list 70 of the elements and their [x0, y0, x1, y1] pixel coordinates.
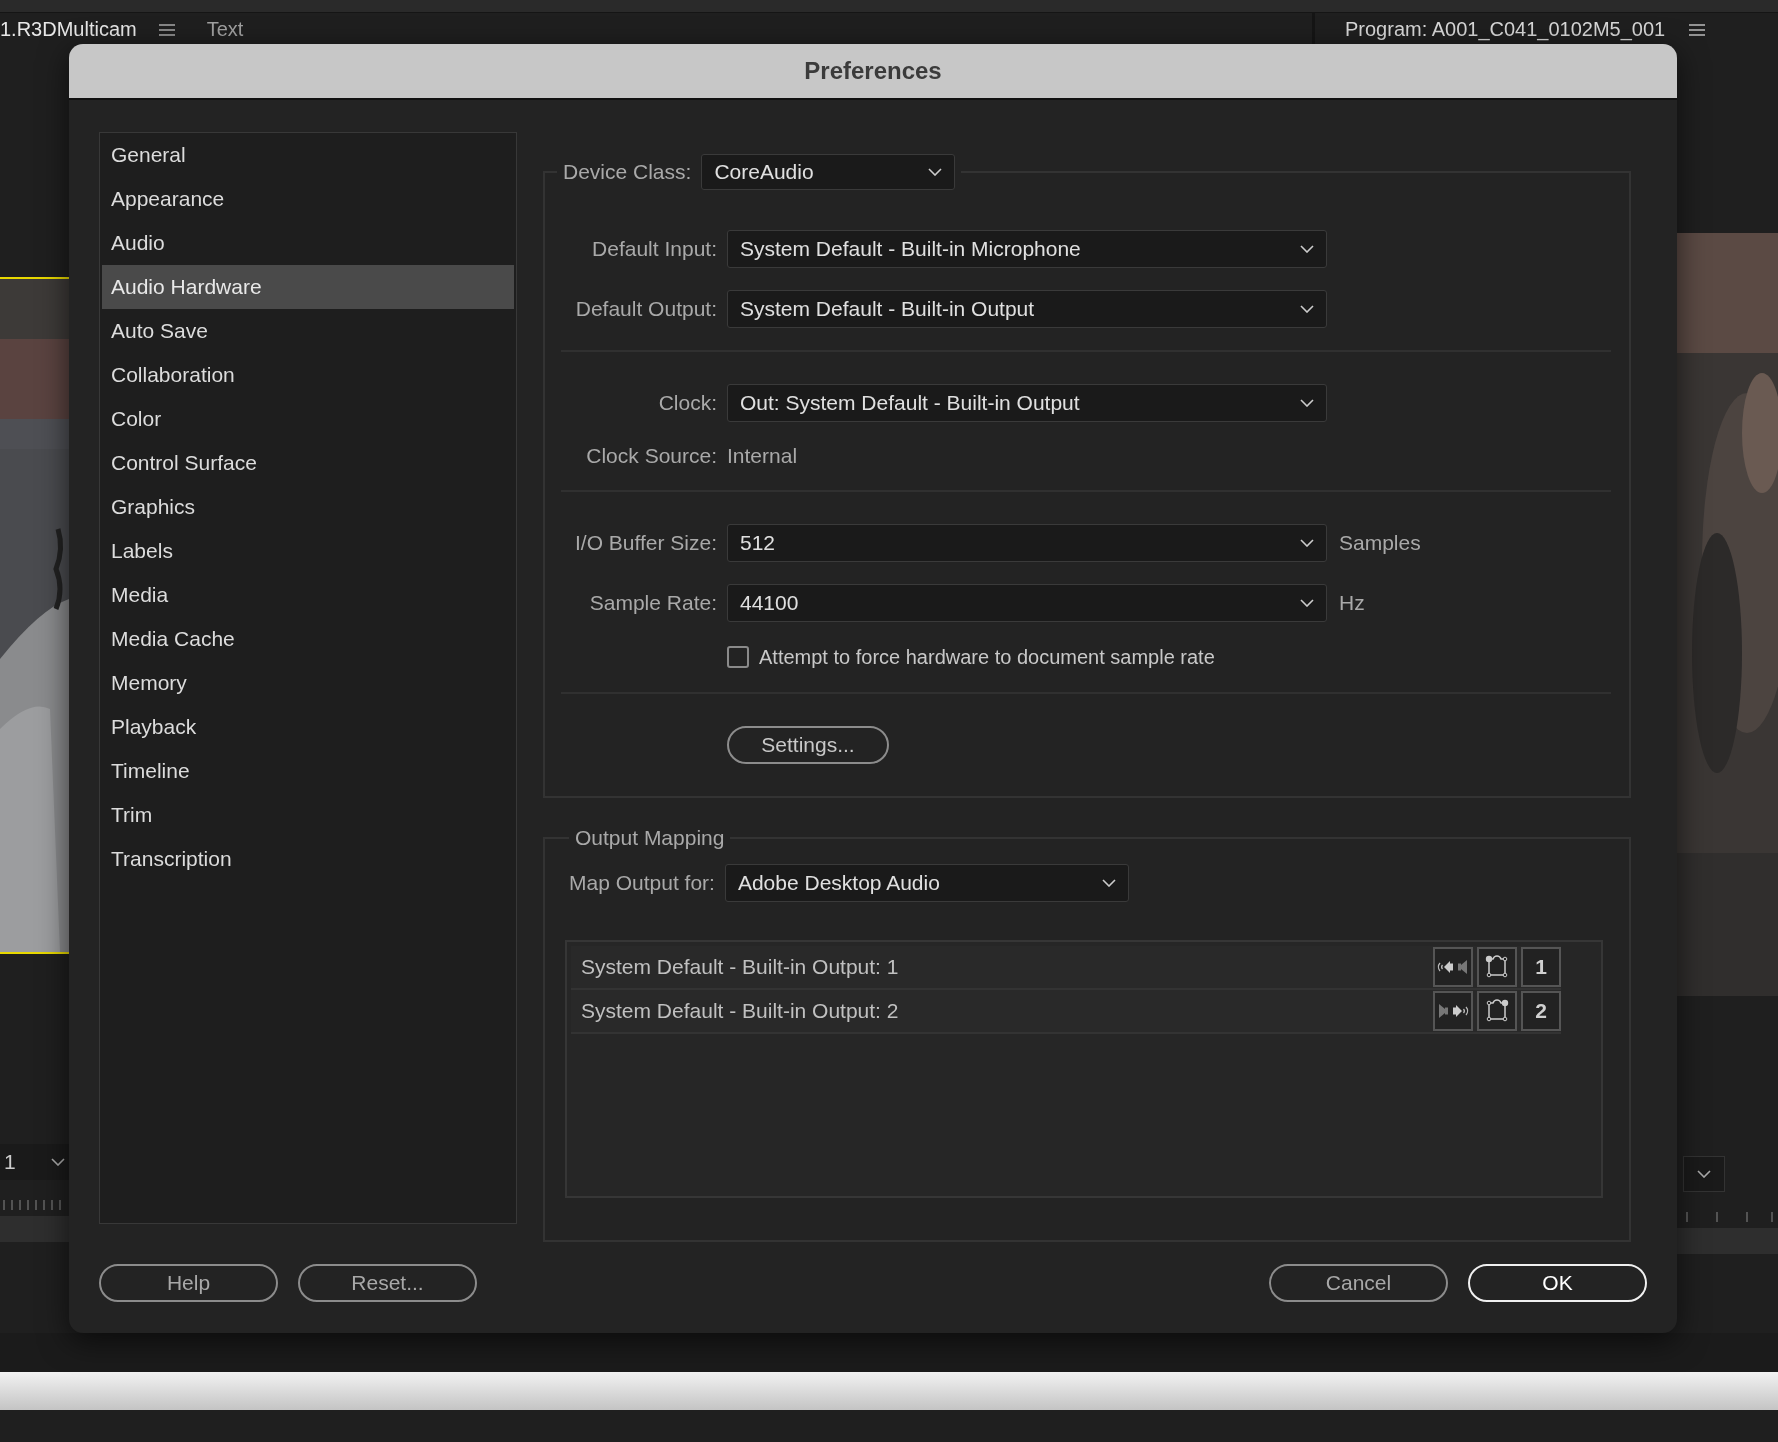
sidebar-item[interactable]: Color [102, 397, 514, 441]
sidebar-item[interactable]: Audio Hardware [102, 265, 514, 309]
channel-name: System Default - Built-in Output: 2 [580, 999, 900, 1023]
channel-map-icon-button[interactable] [1477, 991, 1517, 1031]
unit-label: Hz [1339, 591, 1365, 615]
field-label: Clock Source: [585, 444, 717, 468]
chevron-icon [1300, 539, 1314, 547]
sidebar-item[interactable]: Trim [102, 793, 514, 837]
sidebar-item[interactable]: Control Surface [102, 441, 514, 485]
field-label: Sample Rate: [588, 591, 717, 615]
dialog-button[interactable]: Help [99, 1264, 278, 1302]
text-tab[interactable]: Text [206, 17, 244, 41]
sidebar-item[interactable]: Labels [102, 529, 514, 573]
dropdown[interactable]: CoreAudio [701, 154, 956, 190]
zoom-dropdown[interactable] [1683, 1156, 1725, 1192]
checkbox[interactable] [727, 646, 749, 668]
field-label: Map Output for: [569, 871, 715, 895]
speaker-icon-button[interactable] [1433, 991, 1473, 1031]
sidebar-item[interactable]: Memory [102, 661, 514, 705]
sidebar-item[interactable]: Auto Save [102, 309, 514, 353]
sidebar-item[interactable]: Graphics [102, 485, 514, 529]
speaker-icon [1436, 1001, 1470, 1021]
chevron-icon [1101, 879, 1116, 887]
sidebar-item[interactable]: Appearance [102, 177, 514, 221]
settings-button[interactable]: Settings... [727, 726, 889, 764]
dropdown[interactable]: System Default - Built-in Output [727, 290, 1327, 328]
field-label: Device Class: [563, 160, 692, 184]
speaker-icon-button[interactable] [1433, 947, 1473, 987]
sidebar-item[interactable]: Timeline [102, 749, 514, 793]
program-monitor-title: Program: A001_C041_0102M5_001 [1345, 17, 1666, 41]
group-title: Output Mapping [574, 826, 726, 850]
dialog-button[interactable]: OK [1468, 1264, 1647, 1302]
checkbox-label: Attempt to force hardware to document sample rate [759, 645, 1215, 669]
unit-label: Samples [1339, 531, 1421, 555]
dropdown[interactable]: 44100 [727, 584, 1327, 622]
menu-icon[interactable] [1689, 24, 1706, 36]
chevron-icon [51, 1158, 65, 1166]
field-value: Internal [727, 444, 798, 468]
channel-number-button[interactable]: 1 [1521, 947, 1561, 987]
field-label: I/O Buffer Size: [574, 531, 717, 555]
chevron-icon [1300, 599, 1314, 607]
dialog-button[interactable]: Cancel [1269, 1264, 1448, 1302]
chevron-icon [928, 168, 943, 176]
dropdown[interactable]: System Default - Built-in Microphone [727, 230, 1327, 268]
sidebar-item[interactable]: Media [102, 573, 514, 617]
field-label: Clock: [657, 391, 717, 415]
channel-number-button[interactable]: 2 [1521, 991, 1561, 1031]
speaker-icon [1436, 957, 1470, 977]
sidebar-item[interactable]: Transcription [102, 837, 514, 881]
channel-map-icon-button[interactable] [1477, 947, 1517, 987]
dropdown[interactable]: Adobe Desktop Audio [724, 864, 1129, 902]
dialog-title: Preferences [804, 57, 942, 85]
sidebar-item[interactable]: Media Cache [102, 617, 514, 661]
sidebar-item[interactable]: Collaboration [102, 353, 514, 397]
chevron-icon [1300, 305, 1314, 313]
zoom-dropdown[interactable]: 1 [0, 1144, 69, 1180]
dialog-button[interactable]: Reset... [298, 1264, 477, 1302]
chevron-icon [1300, 245, 1314, 253]
source-tab[interactable]: 1.R3DMulticam [0, 17, 137, 41]
chevron-icon [1697, 1170, 1711, 1178]
menu-icon[interactable] [158, 24, 175, 36]
chevron-icon [1300, 399, 1314, 407]
dropdown[interactable]: Out: System Default - Built-in Output [727, 384, 1327, 422]
sidebar-item[interactable]: General [102, 133, 514, 177]
field-label: Default Output: [574, 297, 717, 321]
dropdown[interactable]: 512 [727, 524, 1327, 562]
field-label: Default Input: [591, 237, 717, 261]
channel-name: System Default - Built-in Output: 1 [580, 955, 900, 979]
sidebar-item[interactable]: Playback [102, 705, 514, 749]
sidebar-item[interactable]: Audio [102, 221, 514, 265]
